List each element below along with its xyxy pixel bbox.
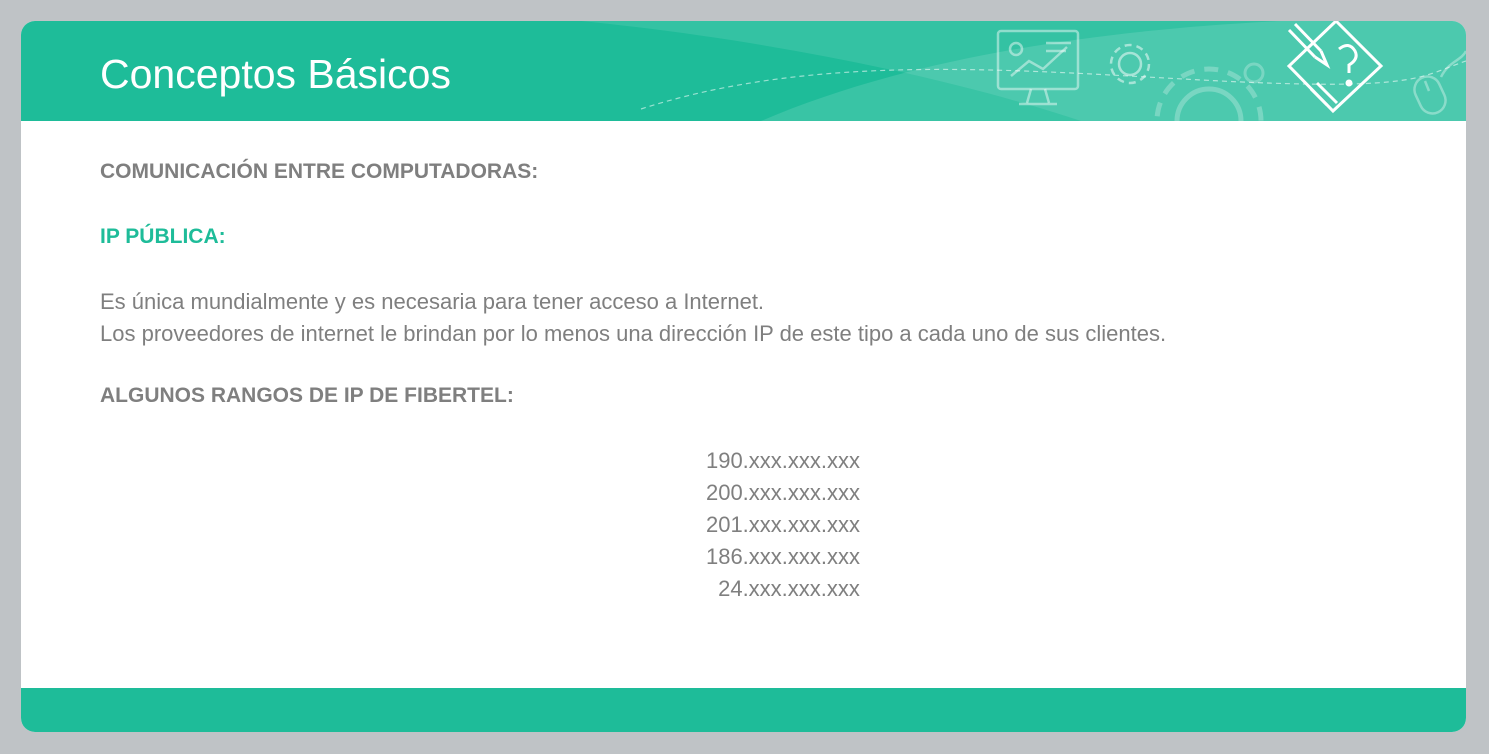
heading-ip-ranges: ALGUNOS RANGOS DE IP DE FIBERTEL:	[100, 384, 514, 407]
ip-range-item: 201.xxx.xxx.xxx	[705, 512, 861, 537]
description-line-1: Es única mundialmente y es necesaria par…	[100, 289, 765, 314]
heading-public-ip: IP PÚBLICA:	[100, 225, 226, 248]
slide-footer	[21, 688, 1466, 732]
description-line-2: Los proveedores de internet le brindan p…	[100, 321, 1167, 346]
slide-header: Conceptos Básicos	[21, 21, 1466, 121]
ip-range-item: 24.xxx.xxx.xxx	[718, 576, 860, 601]
ip-range-item: 190.xxx.xxx.xxx	[705, 448, 861, 473]
ip-range-item: 200.xxx.xxx.xxx	[705, 480, 861, 505]
slide-title: Conceptos Básicos	[100, 51, 451, 97]
slide: Conceptos Básicos COMUNICACIÓN ENTRE COM…	[21, 21, 1466, 732]
ip-range-item: 186.xxx.xxx.xxx	[705, 544, 861, 569]
heading-communication: COMUNICACIÓN ENTRE COMPUTADORAS:	[100, 160, 539, 183]
